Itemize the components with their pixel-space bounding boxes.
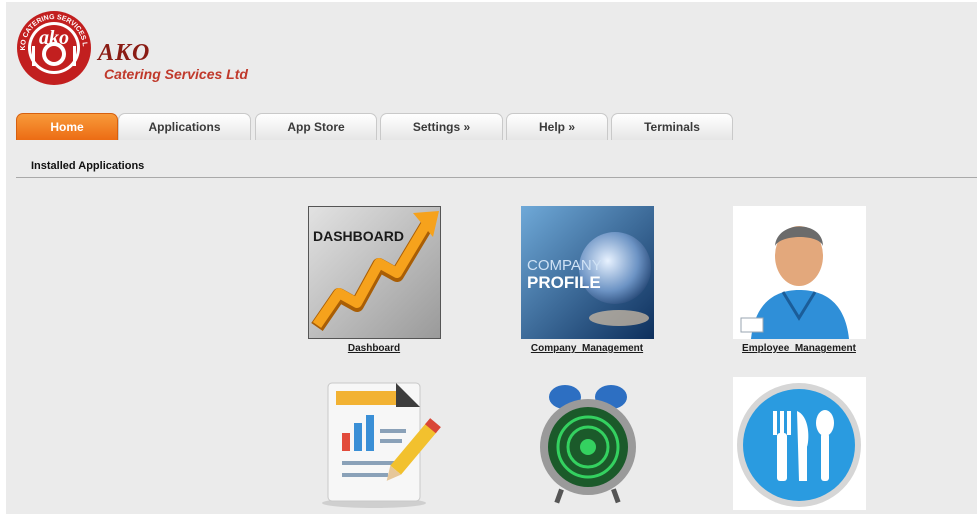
tab-applications[interactable]: Applications	[118, 113, 251, 140]
tab-settings[interactable]: Settings »	[380, 113, 503, 140]
section-divider	[16, 177, 977, 178]
tab-terminals[interactable]: Terminals	[611, 113, 733, 140]
app-tile-employee-management: Employee_Management	[719, 206, 879, 354]
company-profile-globe-icon[interactable]: COMPANY PROFILE	[520, 206, 654, 339]
dashboard-chart-icon[interactable]: DASHBOARD	[307, 206, 441, 339]
dashboard-image-text: DASHBOARD	[313, 228, 404, 244]
employee-avatar-icon[interactable]	[732, 206, 866, 339]
logo-initials: ako	[39, 27, 69, 49]
report-document-pencil-icon[interactable]	[308, 377, 441, 510]
app-tile-dashboard: DASHBOARD Dashboard	[294, 206, 454, 354]
tab-help[interactable]: Help »	[506, 113, 608, 140]
tab-app-store[interactable]: App Store	[255, 113, 377, 140]
app-tile-catering	[719, 377, 879, 514]
app-tile-attendance	[507, 377, 667, 514]
tab-home[interactable]: Home	[16, 113, 118, 140]
company-logo[interactable]: ako AKO CATERING SERVICES LTD	[13, 5, 92, 86]
app-label-employee-management[interactable]: Employee_Management	[719, 343, 879, 354]
page: ako AKO CATERING SERVICES LTD AKO Cateri…	[6, 2, 977, 514]
brand-tagline: Catering Services Ltd	[104, 66, 248, 82]
app-tile-reports	[294, 377, 454, 514]
company-image-text-2: PROFILE	[527, 273, 601, 292]
cutlery-plate-icon[interactable]	[732, 377, 866, 510]
alarm-clock-icon[interactable]	[521, 377, 654, 510]
main-tabs: Home Applications App Store Settings » H…	[6, 113, 977, 140]
app-label-company-management[interactable]: Company_Management	[507, 343, 667, 354]
app-label-dashboard[interactable]: Dashboard	[294, 343, 454, 354]
company-image-text-1: COMPANY	[527, 257, 602, 274]
app-tile-company-management: COMPANY PROFILE Company_Management	[507, 206, 667, 354]
section-title: Installed Applications	[31, 160, 145, 172]
brand-name: AKO	[98, 40, 151, 66]
